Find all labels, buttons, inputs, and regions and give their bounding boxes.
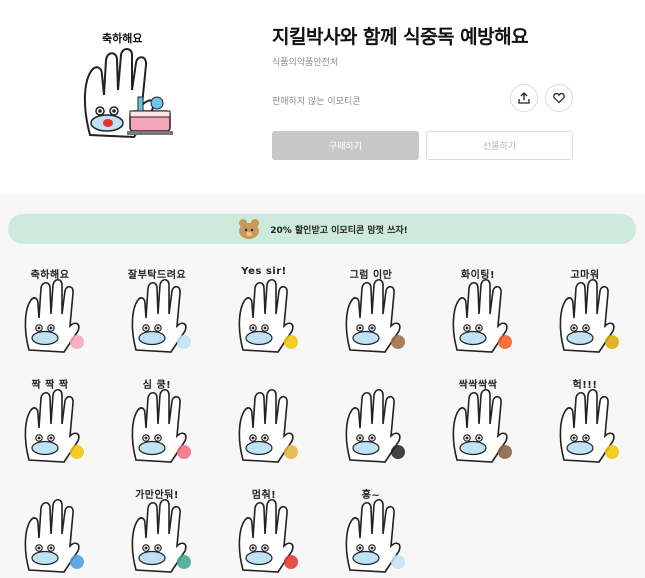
glove-character-icon xyxy=(559,278,619,353)
share-icon xyxy=(518,92,530,104)
sticker-heart-flutter[interactable]: 심 쿵! xyxy=(107,368,207,468)
sticker-congrats[interactable]: 축하해요 xyxy=(0,258,100,358)
hero-sticker: 축하해요 xyxy=(72,30,192,155)
cake-icon xyxy=(70,335,84,349)
buy-button[interactable]: 구매하기 xyxy=(272,131,419,160)
salute-icon xyxy=(284,335,298,349)
cry-icon xyxy=(70,555,84,569)
promo-banner[interactable]: 20% 할인받고 이모티콘 맘껏 쓰자! xyxy=(8,214,636,244)
glove-character-icon xyxy=(559,388,619,463)
hero-caption: 축하해요 xyxy=(102,32,143,45)
sparkle-icon xyxy=(605,335,619,349)
glove-character-icon xyxy=(452,278,512,353)
glove-character-with-cake-icon xyxy=(83,48,173,139)
gift-button[interactable]: 선물하기 xyxy=(426,131,573,160)
sticker-yes-sir[interactable]: Yes sir! xyxy=(214,258,314,358)
hmph-icon xyxy=(391,555,405,569)
heart-icon xyxy=(553,92,565,104)
sticker-stop[interactable]: 멈춰! xyxy=(214,478,314,578)
glove-character-icon xyxy=(24,388,84,463)
bear-icon xyxy=(239,219,260,239)
sticker-crying[interactable] xyxy=(0,478,100,578)
bow-icon xyxy=(177,335,191,349)
sticker-hmph[interactable]: 흥~ xyxy=(321,478,421,578)
glove-character-icon xyxy=(452,388,512,463)
author-name[interactable]: 식품의약품안전처 xyxy=(272,55,338,68)
clap-icon xyxy=(70,445,84,459)
shock-icon xyxy=(605,445,619,459)
hearts-icon xyxy=(177,445,191,459)
glove-character-icon xyxy=(345,388,405,463)
glove-character-icon xyxy=(24,498,84,573)
glove-character-icon xyxy=(131,388,191,463)
stop-icon xyxy=(284,555,298,569)
page-title: 지킬박사와 함께 식중독 예방해요 xyxy=(272,26,529,48)
table-icon xyxy=(498,445,512,459)
music-icon xyxy=(391,445,405,459)
like-button[interactable] xyxy=(545,84,573,112)
sticker-wipe-table[interactable]: 싹싹싹싹 xyxy=(428,368,528,468)
sale-notice: 판매하지 않는 이모티콘 xyxy=(272,97,361,107)
sticker-thank-you[interactable]: 고마워 xyxy=(535,258,635,358)
germs-icon xyxy=(284,445,298,459)
sticker-goodbye[interactable]: 그럼 이만 xyxy=(321,258,421,358)
glove-character-icon xyxy=(131,278,191,353)
sticker-shock[interactable]: 헉!!! xyxy=(535,368,635,468)
sticker-preview-area: 20% 할인받고 이모티콘 맘껏 쓰자! 축하해요 잘부탁드려요 Yes sir… xyxy=(0,194,645,578)
sticker-germs[interactable] xyxy=(214,368,314,468)
sticker-clap[interactable]: 짝 짝 짝 xyxy=(0,368,100,468)
virus-icon xyxy=(177,555,191,569)
wave-icon xyxy=(391,335,405,349)
glove-character-icon xyxy=(131,498,191,573)
sticker-fighting[interactable]: 화이팅! xyxy=(428,258,528,358)
glove-character-icon xyxy=(24,278,84,353)
fire-icon xyxy=(498,335,512,349)
glove-character-icon xyxy=(345,278,405,353)
sticker-thanks-in-advance[interactable]: 잘부탁드려요 xyxy=(107,258,207,358)
sticker-wont-forgive[interactable]: 가만안둬! xyxy=(107,478,207,578)
promo-text: 20% 할인받고 이모티콘 맘껏 쓰자! xyxy=(270,225,408,236)
glove-character-icon xyxy=(238,498,298,573)
sticker-music[interactable] xyxy=(321,368,421,468)
glove-character-icon xyxy=(238,278,298,353)
glove-character-icon xyxy=(238,388,298,463)
glove-character-icon xyxy=(345,498,405,573)
share-button[interactable] xyxy=(510,84,538,112)
